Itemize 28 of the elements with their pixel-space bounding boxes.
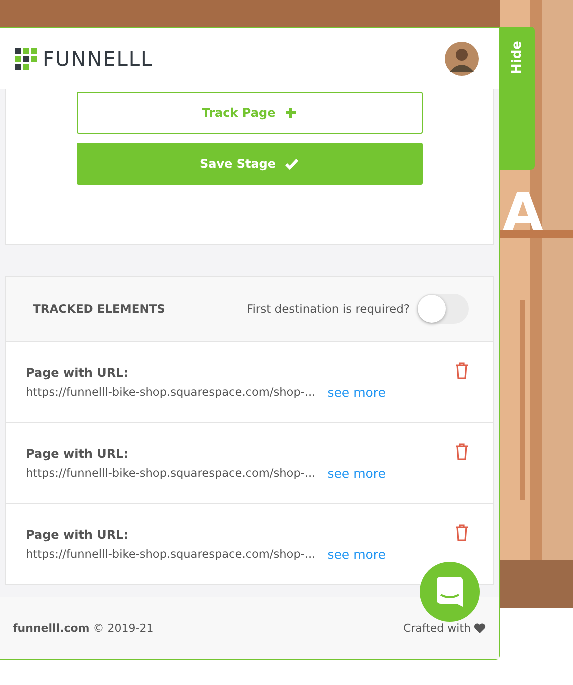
trash-icon[interactable] [455, 362, 469, 380]
track-button[interactable]: Track Page [76, 92, 422, 134]
avatar[interactable] [445, 42, 479, 76]
trash-icon[interactable] [455, 524, 469, 542]
toggle-switch[interactable] [417, 294, 469, 324]
item-url: https://funnelll-bike-shop.squarespace.com/shop-... [26, 385, 316, 401]
item-label: Page with URL: [26, 446, 130, 463]
crafted-text: Crafted with [403, 622, 471, 634]
plus-icon [284, 107, 297, 119]
page-heading: A [503, 183, 548, 243]
see-more-link[interactable]: see more [328, 545, 386, 565]
logo-icon [15, 48, 37, 70]
item-url: https://funnelll-bike-shop.squarespace.com/shop-... [26, 547, 316, 563]
save-button[interactable]: Save Stage [76, 143, 422, 185]
hide-tab[interactable]: Hide [500, 27, 535, 170]
logo-text: FUNNELLL [43, 46, 154, 70]
section-title: TRACKED ELEMENTS [33, 302, 166, 316]
item-label: Page with URL: [26, 527, 130, 544]
copyright-text: funnelll.com © 2019-21 [13, 622, 154, 634]
heart-icon [474, 622, 486, 634]
toggle-label: First destination is required? [246, 302, 410, 316]
item-url: https://funnelll-bike-shop.squarespace.com/shop-... [26, 466, 316, 482]
check-icon [285, 158, 300, 170]
item-label: Page with URL: [26, 365, 130, 382]
trash-icon[interactable] [455, 443, 469, 461]
chat-button[interactable] [420, 562, 480, 622]
see-more-link[interactable]: see more [328, 383, 386, 403]
see-more-link[interactable]: see more [328, 464, 386, 484]
